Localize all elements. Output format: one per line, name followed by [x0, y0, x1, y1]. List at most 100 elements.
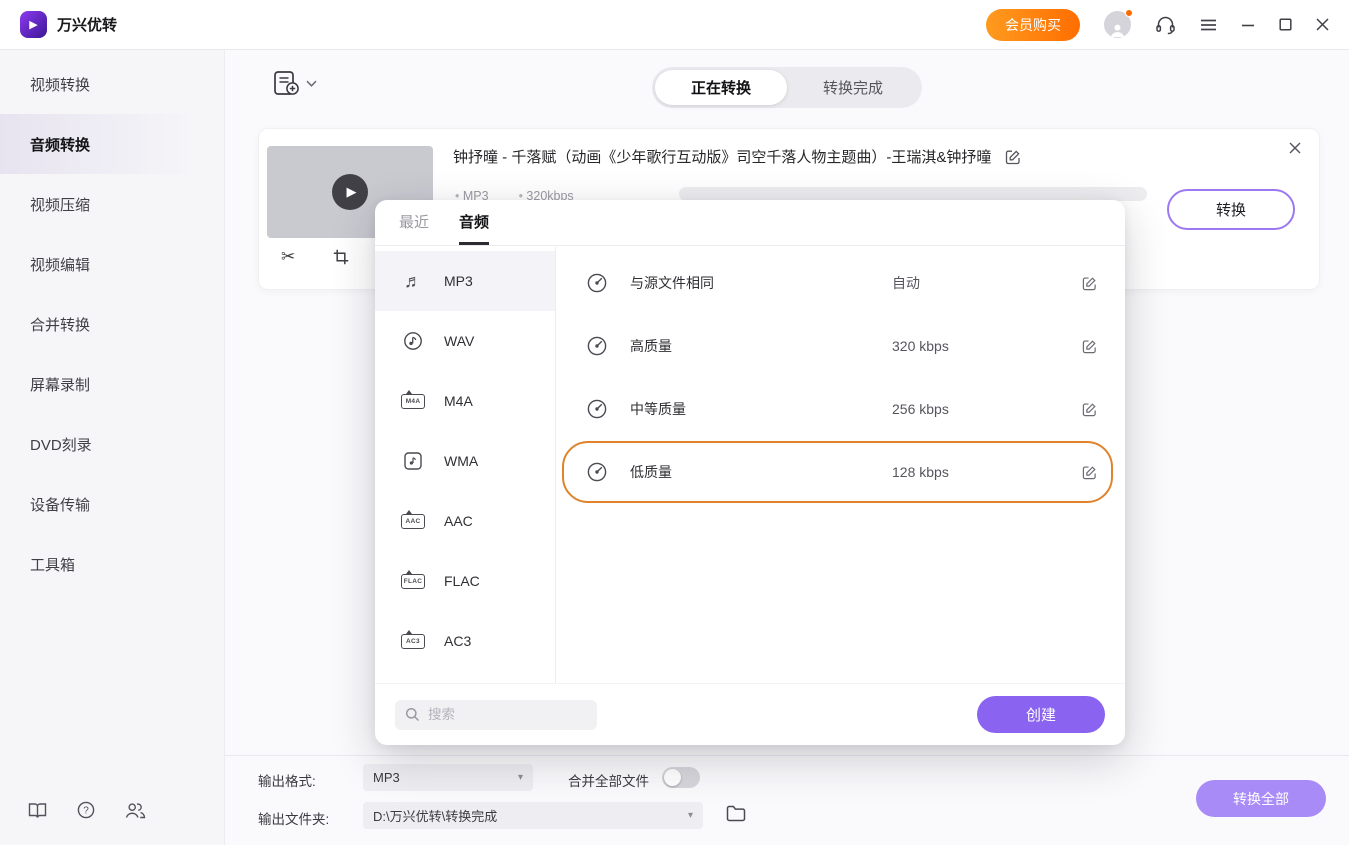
m4a-format-icon: M4A	[399, 394, 427, 409]
sidebar-item-video-edit[interactable]: 视频编辑	[0, 234, 224, 294]
merge-all-toggle[interactable]	[662, 767, 700, 788]
edit-title-icon[interactable]	[1005, 149, 1021, 165]
quality-item-same-as-source[interactable]: 与源文件相同 自动	[562, 252, 1113, 314]
output-folder-select[interactable]: D:\万兴优转\转换完成 ▾	[363, 802, 703, 829]
output-settings-bar: 输出格式: MP3 ▾ 合并全部文件 输出文件夹: D:\万兴优转\转换完成 ▾…	[225, 755, 1349, 845]
tab-audio[interactable]: 音频	[459, 211, 489, 245]
mp3-format-icon: ♬	[399, 272, 427, 290]
quality-label: 与源文件相同	[630, 273, 892, 293]
menu-icon[interactable]	[1200, 19, 1217, 31]
format-item-mp3[interactable]: ♬ MP3	[375, 251, 555, 311]
open-folder-icon[interactable]	[726, 805, 746, 822]
quality-gauge-icon	[586, 335, 610, 357]
app-logo-icon: ▶	[20, 11, 47, 38]
sidebar-item-screen-record[interactable]: 屏幕录制	[0, 354, 224, 414]
aac-format-icon: AAC	[399, 514, 427, 529]
edit-preset-icon[interactable]	[1082, 465, 1097, 480]
quality-gauge-icon	[586, 398, 610, 420]
chevron-down-icon: ▾	[518, 772, 523, 783]
quality-label: 低质量	[630, 462, 892, 482]
format-item-m4a[interactable]: M4A M4A	[375, 371, 555, 431]
quality-item-medium[interactable]: 中等质量 256 kbps	[562, 378, 1113, 440]
quality-item-low[interactable]: 低质量 128 kbps	[562, 441, 1113, 503]
add-file-button[interactable]	[273, 70, 317, 96]
edit-preset-icon[interactable]	[1082, 276, 1097, 291]
sidebar-item-toolbox[interactable]: 工具箱	[0, 534, 224, 594]
titlebar: ▶ 万兴优转 会员购买	[0, 0, 1349, 50]
output-format-label: 输出格式:	[258, 770, 316, 790]
create-button[interactable]: 创建	[977, 696, 1105, 733]
community-icon[interactable]	[125, 802, 146, 819]
format-item-wav[interactable]: WAV	[375, 311, 555, 371]
output-folder-label: 输出文件夹:	[258, 808, 329, 828]
format-label: AC3	[444, 633, 471, 649]
format-item-ac3[interactable]: AC3 AC3	[375, 611, 555, 671]
format-picker-dialog: 最近 音频 ♬ MP3 WAV M4A M4A WMA	[375, 200, 1125, 745]
app-title: 万兴优转	[57, 14, 117, 35]
tab-recent[interactable]: 最近	[399, 211, 429, 245]
quality-label: 中等质量	[630, 399, 892, 419]
crop-icon[interactable]	[333, 249, 349, 265]
help-icon[interactable]: ?	[77, 801, 95, 819]
add-file-icon	[273, 70, 299, 96]
quality-gauge-icon	[586, 272, 610, 294]
play-icon[interactable]: ▶	[332, 174, 368, 210]
maximize-button[interactable]	[1279, 18, 1292, 31]
tab-converting[interactable]: 正在转换	[655, 70, 787, 105]
user-avatar[interactable]	[1104, 11, 1131, 38]
minimize-button[interactable]	[1241, 18, 1255, 32]
quality-value: 256 kbps	[892, 401, 1082, 417]
ac3-format-icon: AC3	[399, 634, 427, 649]
sidebar: 视频转换 音频转换 视频压缩 视频编辑 合并转换 屏幕录制 DVD刻录 设备传输…	[0, 50, 225, 845]
toggle-knob	[664, 769, 681, 786]
convert-button[interactable]: 转换	[1167, 189, 1295, 230]
format-list: ♬ MP3 WAV M4A M4A WMA AAC AAC	[375, 247, 556, 683]
search-input[interactable]	[428, 707, 587, 722]
format-item-aac[interactable]: AAC AAC	[375, 491, 555, 551]
svg-text:?: ?	[83, 806, 89, 817]
sidebar-item-label: 音频转换	[30, 134, 90, 155]
sidebar-item-video-convert[interactable]: 视频转换	[0, 54, 224, 114]
guide-book-icon[interactable]	[28, 802, 47, 818]
format-item-wma[interactable]: WMA	[375, 431, 555, 491]
sidebar-item-video-compress[interactable]: 视频压缩	[0, 174, 224, 234]
sidebar-item-label: 工具箱	[30, 554, 75, 575]
format-item-flac[interactable]: FLAC FLAC	[375, 551, 555, 611]
output-format-select[interactable]: MP3 ▾	[363, 764, 533, 791]
convert-all-button[interactable]: 转换全部	[1196, 780, 1326, 817]
quality-label: 高质量	[630, 336, 892, 356]
search-box[interactable]	[395, 700, 597, 730]
sidebar-item-audio-convert[interactable]: 音频转换	[0, 114, 224, 174]
buy-membership-button[interactable]: 会员购买	[986, 9, 1080, 41]
format-label: AAC	[444, 513, 473, 529]
merge-all-label: 合并全部文件	[568, 770, 649, 790]
chevron-down-icon: ▾	[688, 810, 693, 821]
tab-finished[interactable]: 转换完成	[787, 70, 919, 105]
wma-format-icon	[399, 452, 427, 470]
quality-value: 320 kbps	[892, 338, 1082, 354]
close-button[interactable]	[1316, 18, 1329, 31]
quality-item-high[interactable]: 高质量 320 kbps	[562, 315, 1113, 377]
format-label: WAV	[444, 333, 474, 349]
format-label: WMA	[444, 453, 478, 469]
output-folder-value: D:\万兴优转\转换完成	[373, 806, 497, 825]
format-label: FLAC	[444, 573, 480, 589]
sidebar-item-dvd-burn[interactable]: DVD刻录	[0, 414, 224, 474]
support-headset-icon[interactable]	[1155, 15, 1176, 35]
task-tabs: 正在转换 转换完成	[652, 67, 922, 108]
sidebar-item-merge-convert[interactable]: 合并转换	[0, 294, 224, 354]
edit-preset-icon[interactable]	[1082, 402, 1097, 417]
notification-dot	[1125, 9, 1133, 17]
flac-format-icon: FLAC	[399, 574, 427, 589]
quality-value: 128 kbps	[892, 464, 1082, 480]
quality-value: 自动	[892, 273, 1082, 293]
format-label: MP3	[444, 273, 473, 289]
progress-bar	[679, 187, 1147, 201]
output-format-value: MP3	[373, 770, 400, 785]
sidebar-item-label: 视频压缩	[30, 194, 90, 215]
sidebar-item-label: 视频转换	[30, 74, 90, 95]
sidebar-item-device-transfer[interactable]: 设备传输	[0, 474, 224, 534]
edit-preset-icon[interactable]	[1082, 339, 1097, 354]
task-close-icon[interactable]	[1289, 142, 1301, 154]
trim-scissors-icon[interactable]: ✂	[281, 247, 295, 267]
